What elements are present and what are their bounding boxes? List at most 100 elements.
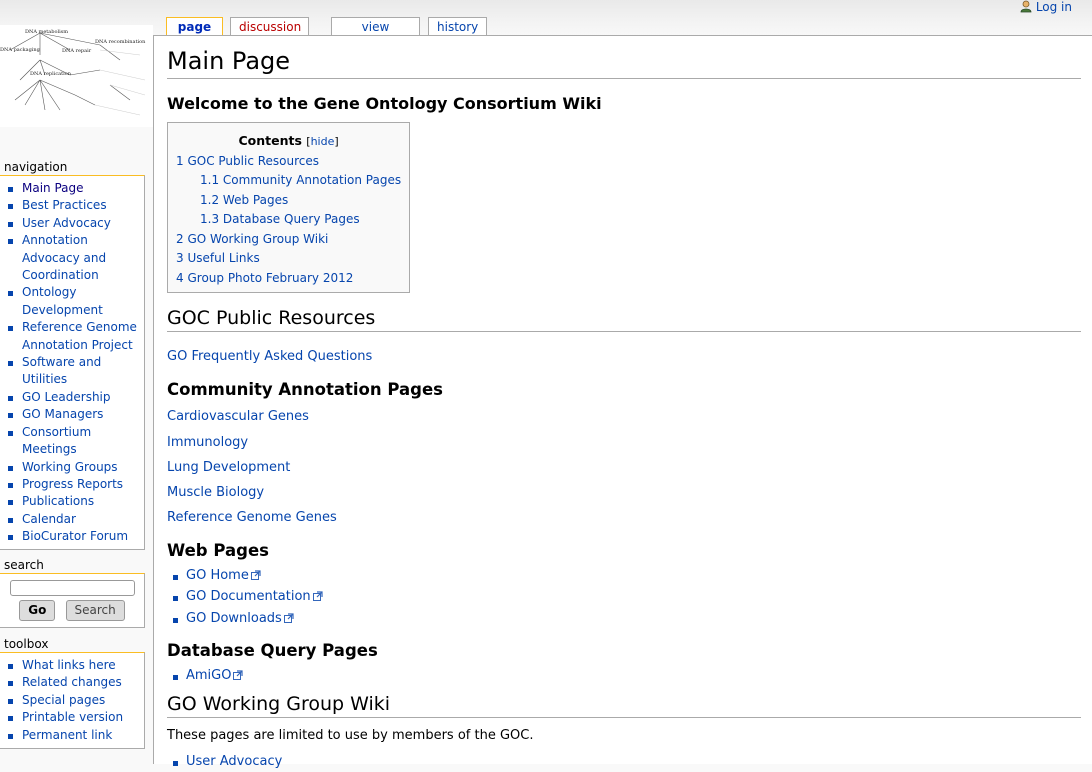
toolbox-item-special-pages[interactable]: Special pages	[8, 692, 144, 709]
nav-item-go-leadership[interactable]: GO Leadership	[8, 389, 144, 406]
nav-item-user-advocacy[interactable]: User Advocacy	[8, 215, 144, 232]
login-label: Log in	[1035, 0, 1072, 14]
db-query-item[interactable]: AmiGO	[173, 666, 1081, 688]
nav-item-progress-reports[interactable]: Progress Reports	[8, 476, 144, 493]
go-button[interactable]: Go	[19, 600, 56, 621]
tab-page[interactable]: page	[166, 17, 223, 37]
nav-item-label: Working Groups	[22, 459, 118, 474]
working-group-text: These pages are limited to use by member…	[167, 728, 534, 744]
toolbox-item-label: Related changes	[22, 675, 122, 690]
nav-item-software[interactable]: Software and Utilities	[8, 354, 144, 389]
search-input[interactable]	[9, 580, 135, 596]
toc-item[interactable]: 1.1 Community Annotation Pages	[176, 171, 401, 191]
web-page-item[interactable]: GO Downloads	[173, 609, 1081, 631]
nav-item-consortium-meetings[interactable]: Consortium Meetings	[8, 424, 144, 459]
toolbox-item-label: Special pages	[22, 692, 106, 707]
toc-title-label: Contents	[238, 133, 302, 148]
nav-item-main-page[interactable]: Main Page	[8, 180, 144, 197]
toolbox-item-printable-version[interactable]: Printable version	[8, 709, 144, 726]
nav-item-working-groups[interactable]: Working Groups	[8, 459, 144, 476]
toc-text: Group Photo February 2012	[187, 270, 354, 285]
toolbox-item-what-links-here[interactable]: What links here	[8, 657, 144, 674]
db-query-list: AmiGO	[167, 666, 1081, 688]
community-link[interactable]: Immunology	[167, 430, 1081, 455]
working-group-list: User Advocacy	[167, 752, 1081, 772]
toc-item[interactable]: 4 Group Photo February 2012	[176, 269, 401, 289]
nav-item-label: Publications	[22, 494, 95, 509]
nav-item-label: BioCurator Forum	[22, 529, 129, 544]
web-page-item[interactable]: GO Documentation	[173, 587, 1081, 609]
toc-hide-link[interactable]: hide	[311, 135, 335, 148]
toc-title: Contents [hide]	[238, 133, 339, 148]
toc-item[interactable]: 2 GO Working Group Wiki	[176, 230, 401, 250]
navigation-body: Main Page Best Practices User Advocacy A…	[0, 175, 145, 550]
nav-item-calendar[interactable]: Calendar	[8, 511, 144, 528]
toolbox-item-label: What links here	[22, 658, 116, 672]
nav-item-label: Reference Genome Annotation Project	[22, 320, 137, 352]
navigation-heading: navigation	[4, 160, 68, 174]
site-logo[interactable]: DNA metabolism DNA packaging DNA replica…	[0, 25, 153, 127]
navigation-list: Main Page Best Practices User Advocacy A…	[0, 180, 144, 546]
db-query-link: AmiGO	[186, 667, 232, 683]
toolbox-item-label: Printable version	[22, 710, 124, 725]
web-pages-list: GO Home GO Documentation GO Downloads	[167, 566, 1081, 631]
logo-label: DNA packaging	[0, 47, 41, 53]
toc-text: GOC Public Resources	[187, 153, 320, 168]
section-heading-community: Community Annotation Pages	[167, 379, 443, 399]
toolbox-list: What links here Related changes Special …	[0, 657, 144, 744]
nav-item-ontology-development[interactable]: Ontology Development	[8, 284, 144, 319]
logo-label: DNA replication	[30, 71, 72, 77]
tab-history-label: history	[437, 20, 479, 34]
toc-item[interactable]: 3 Useful Links	[176, 249, 401, 269]
external-link-icon	[233, 667, 244, 688]
nav-item-label: GO Managers	[22, 407, 104, 422]
community-link[interactable]: Cardiovascular Genes	[167, 404, 1081, 429]
nav-item-reference-genome[interactable]: Reference Genome Annotation Project	[8, 319, 144, 354]
navigation-portlet: navigation Main Page Best Practices User…	[0, 159, 145, 550]
toc-text: Database Query Pages	[222, 212, 360, 226]
logo-label: DNA metabolism	[25, 29, 68, 35]
nav-item-annotation-advocacy[interactable]: Annotation Advocacy and Coordination	[8, 232, 144, 284]
community-link[interactable]: Lung Development	[167, 455, 1081, 480]
toolbox-item-permanent-link[interactable]: Permanent link	[8, 727, 144, 744]
toc-text: Useful Links	[187, 251, 260, 265]
main-content: Main Page Welcome to the Gene Ontology C…	[153, 35, 1092, 769]
toolbox-item-related-changes[interactable]: Related changes	[8, 674, 144, 691]
logo-label: DNA recombination	[95, 39, 146, 45]
nav-item-label: Annotation Advocacy and Coordination	[22, 233, 107, 283]
tab-history[interactable]: history	[428, 17, 487, 35]
external-link-icon	[283, 610, 294, 631]
faq-link[interactable]: GO Frequently Asked Questions	[167, 344, 1081, 369]
community-link[interactable]: Reference Genome Genes	[167, 505, 1081, 530]
community-link[interactable]: Muscle Biology	[167, 480, 1081, 505]
nav-item-label: GO Leadership	[22, 389, 111, 404]
toc-item[interactable]: 1 GOC Public Resources	[176, 152, 401, 172]
nav-item-publications[interactable]: Publications	[8, 493, 144, 510]
toc-text: Community Annotation Pages	[222, 173, 402, 187]
nav-item-biocurator-forum[interactable]: BioCurator Forum	[8, 528, 144, 545]
web-page-link: GO Documentation	[186, 589, 311, 605]
web-page-item[interactable]: GO Home	[173, 566, 1081, 588]
toc-item[interactable]: 1.3 Database Query Pages	[176, 210, 401, 230]
section-heading-db-query: Database Query Pages	[167, 641, 378, 661]
tab-page-label: page	[177, 20, 212, 34]
nav-item-label: Software and Utilities	[22, 355, 102, 387]
toc-number: 1.2	[200, 192, 220, 207]
working-group-item[interactable]: User Advocacy	[173, 752, 1081, 772]
search-button[interactable]: Search	[65, 600, 125, 621]
login-link[interactable]: Log in	[1020, 0, 1072, 16]
nav-item-label: Ontology Development	[22, 285, 103, 317]
toc-text: GO Working Group Wiki	[187, 231, 329, 246]
toc-number: 4	[176, 270, 184, 285]
nav-item-best-practices[interactable]: Best Practices	[8, 197, 144, 214]
toc-number: 1.1	[200, 173, 220, 187]
toolbox-body: What links here Related changes Special …	[0, 652, 145, 750]
nav-item-go-managers[interactable]: GO Managers	[8, 406, 144, 423]
section-heading-web-pages: Web Pages	[167, 541, 269, 561]
tab-discussion[interactable]: discussion	[230, 17, 309, 35]
toc-item[interactable]: 1.2 Web Pages	[176, 191, 401, 211]
tab-view-source[interactable]: view source	[331, 17, 420, 52]
toolbox-heading: toolbox	[4, 637, 49, 651]
web-page-link: GO Downloads	[186, 610, 282, 626]
nav-item-label: Progress Reports	[22, 476, 124, 491]
